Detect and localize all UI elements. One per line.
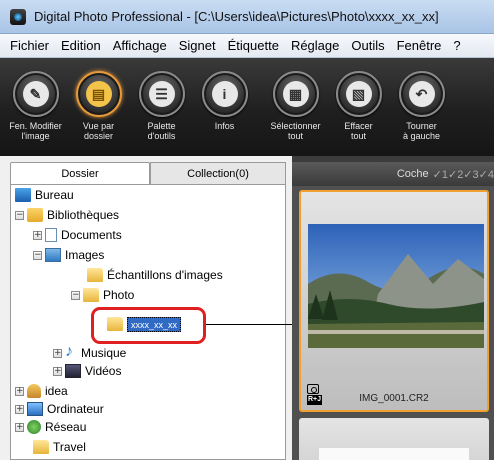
menu-fenetre[interactable]: Fenêtre xyxy=(391,38,448,53)
tool-label-line1: Palette xyxy=(147,121,176,131)
highlight-box xyxy=(91,307,206,344)
desktop-icon xyxy=(15,188,31,202)
thumbnail-card[interactable]: R+J IMG_0001.CR2 xyxy=(299,190,489,412)
network-icon xyxy=(27,420,41,434)
music-icon xyxy=(65,343,77,361)
tree-item-label: Images xyxy=(65,248,105,262)
tool-label-line1: Effacer xyxy=(344,121,373,131)
tree-item-label: Bibliothèques xyxy=(47,208,120,222)
tool-label-line1: Infos xyxy=(214,121,235,131)
expand-icon[interactable]: + xyxy=(53,348,62,358)
collapse-icon[interactable]: − xyxy=(15,210,24,220)
tool-palette-button[interactable]: ☰ Palette d'outils xyxy=(130,58,193,156)
tool-label-line2: tout xyxy=(287,131,303,141)
menu-signet[interactable]: Signet xyxy=(173,38,222,53)
tree-item-label: Réseau xyxy=(45,420,87,434)
tool-label-line1: Sélectionner xyxy=(270,121,321,131)
thumbnail-panel: Coche ✓1✓2✓3✓4 R+J IMG_0001.CR2 xyxy=(292,156,494,460)
tool-label-line1: Vue par xyxy=(82,121,115,131)
menu-help[interactable]: ? xyxy=(447,38,466,53)
tree-item-travel[interactable]: Travel xyxy=(33,438,86,456)
collapse-icon[interactable]: − xyxy=(33,250,42,260)
clear-all-icon: ▧ xyxy=(345,81,372,107)
menu-affichage[interactable]: Affichage xyxy=(107,38,173,53)
tree-item-label: Vidéos xyxy=(85,364,122,378)
tree-item-idea[interactable]: + idea xyxy=(15,382,68,400)
folder-view-icon: ▤ xyxy=(85,81,112,107)
collapse-icon[interactable]: − xyxy=(71,290,80,300)
window-title: Digital Photo Professional - [C:\Users\i… xyxy=(34,9,439,24)
tree-item-label: Ordinateur xyxy=(47,402,104,416)
menu-bar: Fichier Edition Affichage Signet Étiquet… xyxy=(0,34,494,58)
computer-icon xyxy=(27,402,43,416)
tree-item-musique[interactable]: + Musique xyxy=(53,343,127,362)
expand-icon[interactable]: + xyxy=(15,422,24,432)
menu-etiquette[interactable]: Étiquette xyxy=(222,38,285,53)
tool-label-line2: l'image xyxy=(21,131,50,141)
panel-tabs: Dossier Collection(0) xyxy=(10,162,286,185)
tool-label-line2: d'outils xyxy=(147,131,176,141)
thumbnail-filename: IMG_0001.CR2 xyxy=(359,393,429,404)
menu-edition[interactable]: Edition xyxy=(55,38,107,53)
tree-item-echantillons[interactable]: Échantillons d'images xyxy=(87,266,223,284)
rotate-left-button[interactable]: ↶ Tourner à gauche xyxy=(390,58,453,156)
check-filter-bar: Coche ✓1✓2✓3✓4 xyxy=(292,162,494,186)
check-label: Coche xyxy=(396,168,429,180)
tree-item-documents[interactable]: + Documents xyxy=(33,226,122,244)
folder-icon xyxy=(33,440,49,454)
info-icon: i xyxy=(211,81,238,107)
check-marks[interactable]: ✓1✓2✓3✓4 xyxy=(433,168,494,181)
select-all-button[interactable]: ▦ Sélectionner tout xyxy=(264,58,327,156)
app-icon xyxy=(10,8,26,25)
rotate-left-icon: ↶ xyxy=(408,81,435,107)
clear-all-button[interactable]: ▧ Effacer tout xyxy=(327,58,390,156)
expand-icon[interactable]: + xyxy=(15,386,24,396)
select-all-icon: ▦ xyxy=(282,81,309,107)
info-button[interactable]: i Infos xyxy=(193,58,256,156)
tool-label-line1: Fen. Modifier xyxy=(9,121,62,131)
pictures-icon xyxy=(45,248,61,262)
menu-outils[interactable]: Outils xyxy=(345,38,390,53)
videos-icon xyxy=(65,364,81,378)
tree-item-bureau[interactable]: Bureau xyxy=(15,186,74,204)
expand-icon[interactable]: + xyxy=(33,230,42,240)
tree-item-label: Bureau xyxy=(35,188,74,202)
edit-image-icon: ✎ xyxy=(22,81,49,107)
tool-label-line1: Tourner xyxy=(406,121,437,131)
tree-item-photo[interactable]: − Photo xyxy=(71,286,134,304)
tree-item-videos[interactable]: + Vidéos xyxy=(53,362,121,380)
documents-icon xyxy=(45,228,57,242)
tree-item-ordinateur[interactable]: + Ordinateur xyxy=(15,400,104,418)
folder-view-button[interactable]: ▤ Vue par dossier xyxy=(67,58,130,156)
tree-item-label: Travel xyxy=(53,440,86,454)
tree-item-bibliotheques[interactable]: − Bibliothèques xyxy=(15,206,119,224)
tab-dossier[interactable]: Dossier xyxy=(10,162,150,185)
thumbnail-card-partial[interactable] xyxy=(299,418,489,460)
folder-icon xyxy=(87,268,103,282)
tool-palette-icon: ☰ xyxy=(148,81,175,107)
tree-item-label: idea xyxy=(45,384,68,398)
tree-item-label: Échantillons d'images xyxy=(107,268,223,282)
thumbnail-image xyxy=(308,224,484,348)
tab-collection[interactable]: Collection(0) xyxy=(150,162,286,184)
menu-fichier[interactable]: Fichier xyxy=(4,38,55,53)
menu-reglage[interactable]: Réglage xyxy=(285,38,345,53)
toolbar: ✎ Fen. Modifier l'image ▤ Vue par dossier … xyxy=(0,58,494,156)
tool-label-line2: à gauche xyxy=(402,131,441,141)
tool-label-line2: dossier xyxy=(83,131,113,141)
user-folder-icon xyxy=(27,384,41,398)
expand-icon[interactable]: + xyxy=(53,366,62,376)
expand-icon[interactable]: + xyxy=(15,404,24,414)
folder-icon xyxy=(83,288,99,302)
thumbnail-grid: R+J IMG_0001.CR2 xyxy=(292,186,494,460)
edit-image-window-button[interactable]: ✎ Fen. Modifier l'image xyxy=(4,58,67,156)
title-bar: Digital Photo Professional - [C:\Users\i… xyxy=(0,0,494,34)
tree-item-label: Musique xyxy=(81,346,127,360)
tree-item-label: Photo xyxy=(103,288,135,302)
tree-item-images[interactable]: − Images xyxy=(33,246,104,264)
tree-item-label: Documents xyxy=(61,228,122,242)
libraries-icon xyxy=(27,208,43,222)
tree-item-reseau[interactable]: + Réseau xyxy=(15,418,86,436)
tool-label-line2: tout xyxy=(350,131,366,141)
